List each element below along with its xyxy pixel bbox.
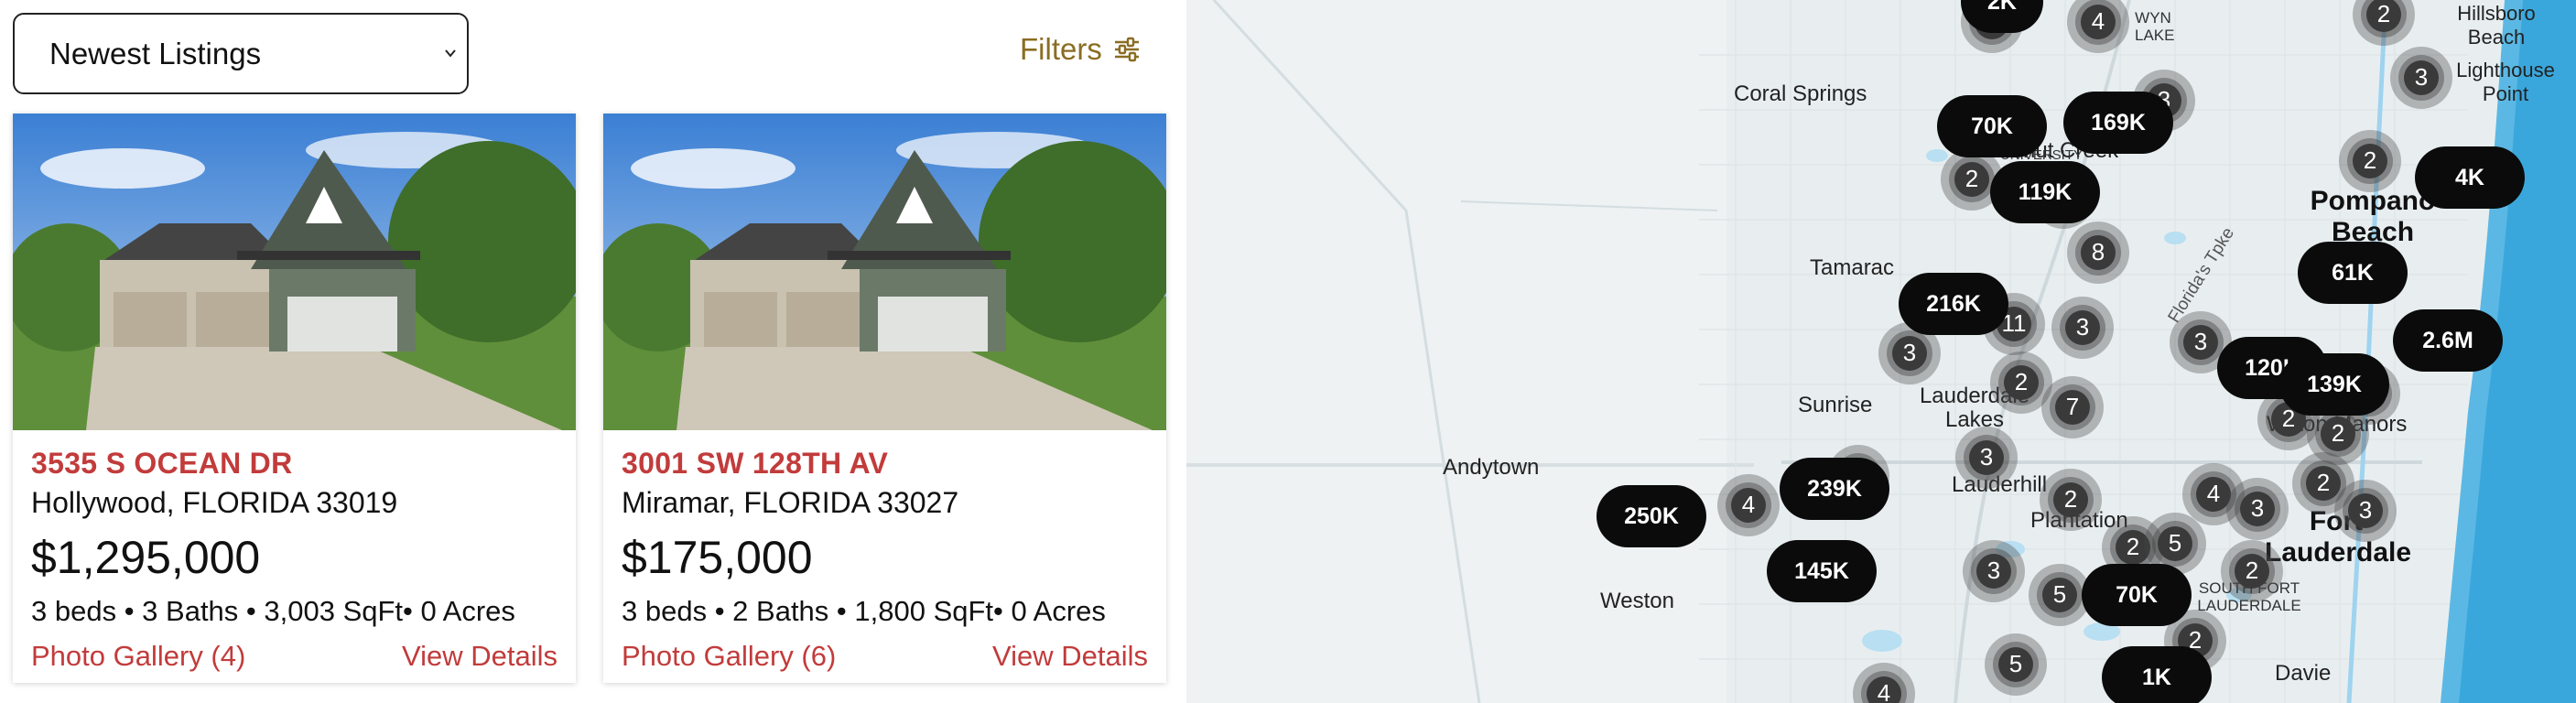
map-cluster-marker[interactable]: 2 [2221, 540, 2283, 602]
map-price-marker[interactable]: 70K [1937, 95, 2047, 157]
map-label-wyn-lake: WYN LAKE [2135, 9, 2175, 44]
listing-sqft: 3,003 SqFt [264, 595, 404, 627]
photo-gallery-link[interactable]: Photo Gallery (4) [31, 640, 245, 673]
view-details-link[interactable]: View Details [402, 640, 557, 673]
chevron-down-icon [445, 49, 456, 58]
listing-sqft: 1,800 SqFt [854, 595, 994, 627]
listing-address[interactable]: 3535 S OCEAN DR [31, 447, 563, 481]
listings-panel: Newest Listings Filters 3535 S OCEAN DR … [0, 0, 1186, 703]
map-cluster-marker[interactable]: 3 [2334, 480, 2397, 542]
listing-baths: 3 Baths [142, 595, 239, 627]
sliders-icon [1114, 37, 1139, 62]
map-cluster-marker[interactable]: 5 [1985, 633, 2047, 696]
map-cluster-marker[interactable]: 3 [1955, 427, 2018, 489]
map-label-lighthouse-point: Lighthouse Point [2456, 59, 2555, 105]
filters-button[interactable]: Filters [1020, 27, 1141, 71]
map-view[interactable]: Andytown Weston Coral Springs Coconut Cr… [1186, 0, 2576, 703]
map-label-coral-springs: Coral Springs [1734, 81, 1867, 106]
map-label-hillsboro-beach: Hillsboro Beach [2457, 2, 2536, 49]
map-cluster-marker[interactable]: 3 [1963, 540, 2025, 602]
map-price-marker[interactable]: 216K [1899, 273, 2008, 335]
sort-select[interactable]: Newest Listings [13, 13, 469, 94]
map-price-marker[interactable]: 239K [1780, 458, 1889, 520]
listing-baths: 2 Baths [732, 595, 829, 627]
listing-city: Miramar, FLORIDA 33027 [622, 486, 959, 519]
map-price-marker[interactable]: 250K [1596, 485, 1706, 547]
map-label-davie: Davie [2275, 661, 2332, 686]
map-price-marker[interactable]: 139K [2279, 353, 2389, 416]
listing-photo[interactable] [603, 114, 1166, 430]
map-label-weston: Weston [1600, 589, 1674, 613]
listing-beds: 3 beds [622, 595, 708, 627]
listing-photo[interactable] [13, 114, 576, 430]
listing-specs: 3 beds • 2 Baths • 1,800 SqFt• 0 Acres [622, 595, 1106, 627]
sort-select-value: Newest Listings [49, 36, 262, 70]
photo-gallery-link[interactable]: Photo Gallery (6) [622, 640, 836, 673]
map-label-andytown: Andytown [1443, 455, 1540, 480]
listing-card[interactable]: 3535 S OCEAN DR Hollywood, FLORIDA 33019… [13, 114, 576, 683]
map-price-marker[interactable]: 1K [2102, 646, 2212, 703]
listing-beds: 3 beds [31, 595, 117, 627]
map-cluster-marker[interactable]: 2 [2339, 130, 2401, 192]
listing-specs: 3 beds • 3 Baths • 3,003 SqFt• 0 Acres [31, 595, 515, 627]
map-price-marker[interactable]: 119K [1990, 161, 2100, 223]
map-price-marker[interactable]: 61K [2298, 242, 2408, 304]
listing-acres: 0 Acres [1011, 595, 1106, 627]
map-price-marker[interactable]: 2.6M [2393, 309, 2503, 372]
listing-address[interactable]: 3001 SW 128TH AV [622, 447, 1153, 481]
map-price-marker[interactable]: 4K [2415, 146, 2525, 209]
map-cluster-marker[interactable]: 7 [2041, 376, 2104, 438]
filters-label: Filters [1020, 32, 1102, 66]
map-cluster-marker[interactable]: 4 [1717, 474, 1780, 536]
map-price-marker[interactable]: 145K [1767, 540, 1877, 602]
listing-price: $175,000 [622, 532, 813, 583]
listing-acres: 0 Acres [420, 595, 515, 627]
listing-price: $1,295,000 [31, 532, 261, 583]
listing-card[interactable]: 3001 SW 128TH AV Miramar, FLORIDA 33027 … [603, 114, 1166, 683]
map-price-marker[interactable]: 169K [2063, 92, 2173, 154]
map-cluster-marker[interactable]: 3 [2226, 478, 2289, 540]
map-label-tamarac: Tamarac [1810, 255, 1895, 280]
map-cluster-marker[interactable]: 3 [2051, 297, 2114, 359]
map-cluster-marker[interactable]: 2 [2040, 469, 2102, 531]
map-label-sunrise: Sunrise [1798, 393, 1873, 417]
map-cluster-marker[interactable]: 3 [2390, 47, 2452, 109]
view-details-link[interactable]: View Details [992, 640, 1148, 673]
listing-city: Hollywood, FLORIDA 33019 [31, 486, 398, 519]
map-price-marker[interactable]: 70K [2082, 564, 2192, 626]
map-cluster-marker[interactable]: 8 [2067, 222, 2129, 284]
